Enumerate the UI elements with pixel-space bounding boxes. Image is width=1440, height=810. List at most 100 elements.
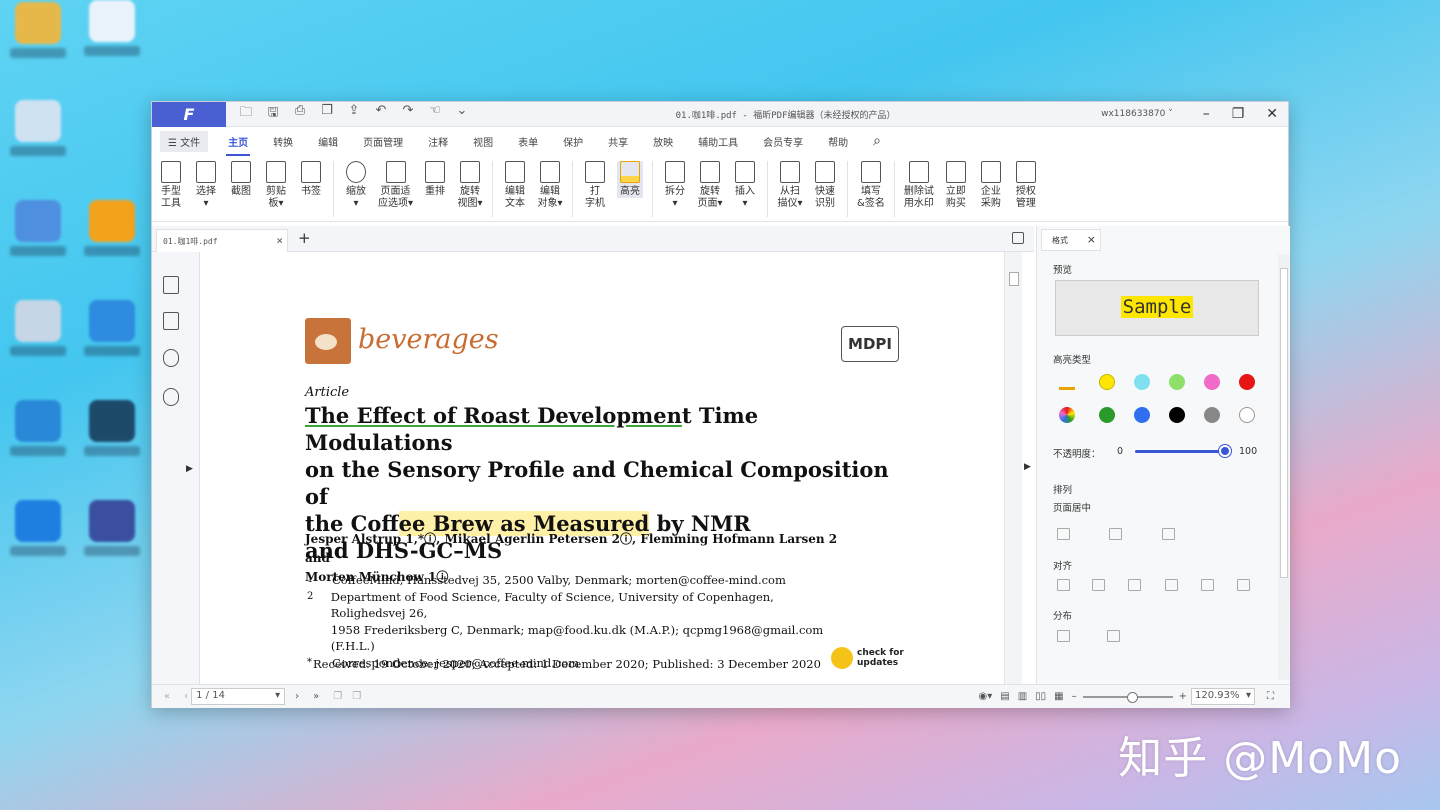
restore-icon[interactable]: ❐ xyxy=(1232,106,1245,122)
desktop-icon-user-folder[interactable] xyxy=(8,2,68,58)
rotate-view-button[interactable]: 旋转 视图▾ xyxy=(457,161,483,210)
tab-member[interactable]: 会员专享 xyxy=(763,130,803,153)
highlight-button[interactable]: 高亮 xyxy=(617,161,644,198)
continuous-page-icon[interactable]: ▥ xyxy=(1018,691,1027,702)
opacity-slider-handle[interactable] xyxy=(1219,445,1231,457)
zoom-slider[interactable] xyxy=(1082,691,1173,703)
desktop-icon-ie[interactable] xyxy=(82,300,142,356)
panel-toggle-icon[interactable] xyxy=(1012,232,1024,244)
tab-share[interactable]: 共享 xyxy=(608,130,628,153)
color-swatch-pink[interactable] xyxy=(1204,374,1220,390)
align-right-icon[interactable] xyxy=(1128,579,1141,591)
color-swatch-gray[interactable] xyxy=(1204,407,1220,423)
pages-panel-icon[interactable] xyxy=(163,312,179,330)
color-swatch-white[interactable] xyxy=(1239,407,1255,423)
single-page-icon[interactable]: ▤ xyxy=(1000,691,1009,702)
first-page-icon[interactable]: « xyxy=(164,691,170,702)
align-center-icon[interactable] xyxy=(1092,579,1105,591)
attachments-panel-icon[interactable] xyxy=(163,388,179,406)
fill-sign-button[interactable]: 填写 &签名 xyxy=(857,161,885,210)
color-swatch-black[interactable] xyxy=(1169,407,1185,423)
color-swatch-yellow[interactable] xyxy=(1099,374,1115,390)
zoom-button[interactable]: 缩放 ▾ xyxy=(343,161,369,210)
clipboard-button[interactable]: 剪贴 板▾ xyxy=(263,161,289,210)
desktop-icon-computer[interactable] xyxy=(8,100,68,156)
new-tab-button[interactable]: + xyxy=(298,229,311,247)
close-icon[interactable]: ✕ xyxy=(1266,106,1278,122)
edit-text-button[interactable]: 编辑 文本 xyxy=(502,161,528,210)
tab-tools[interactable]: 辅助工具 xyxy=(698,130,738,153)
document-scrollbar[interactable] xyxy=(1004,252,1022,684)
search-icon[interactable]: ⌕ xyxy=(873,133,881,149)
facing-page-icon[interactable]: ▯▯ xyxy=(1035,691,1046,702)
split-button[interactable]: 拆分 ▾ xyxy=(662,161,688,210)
tab-form[interactable]: 表单 xyxy=(518,130,538,153)
fullscreen-icon[interactable]: ⛶ xyxy=(1267,691,1274,702)
color-picker-icon[interactable] xyxy=(1059,407,1075,423)
copy-icon[interactable]: ❐ xyxy=(319,103,335,125)
desktop-icon-tool[interactable] xyxy=(82,400,142,456)
expand-sidebar-icon[interactable]: ▶ xyxy=(186,464,193,474)
hand-dropdown-icon[interactable]: ☜ xyxy=(427,103,443,125)
remove-watermark-button[interactable]: 删除试 用水印 xyxy=(904,161,934,210)
customize-icon[interactable]: ⌄ xyxy=(454,103,470,125)
tab-file[interactable]: ☰ 文件 xyxy=(160,130,209,152)
color-swatch-blue[interactable] xyxy=(1134,407,1150,423)
typewriter-button[interactable]: 打 字机 xyxy=(582,161,608,210)
license-management-button[interactable]: 授权 管理 xyxy=(1013,161,1039,210)
center-vertical-icon[interactable] xyxy=(1109,528,1122,540)
app-logo[interactable]: F xyxy=(152,101,226,127)
center-both-icon[interactable] xyxy=(1162,528,1175,540)
center-horizontal-icon[interactable] xyxy=(1057,528,1070,540)
collapse-right-panel-icon[interactable]: ▶ xyxy=(1024,462,1031,472)
open-icon[interactable]: 🗀 xyxy=(238,103,254,125)
undo-icon[interactable]: ↶ xyxy=(373,103,389,125)
align-top-icon[interactable] xyxy=(1165,579,1178,591)
tab-edit[interactable]: 编辑 xyxy=(318,130,338,153)
insert-button[interactable]: 插入 ▾ xyxy=(732,161,758,210)
print-icon[interactable]: ⎙ xyxy=(292,103,308,125)
color-swatch-dark-green[interactable] xyxy=(1099,407,1115,423)
color-swatch-cyan[interactable] xyxy=(1134,374,1150,390)
desktop-icon-network[interactable] xyxy=(8,200,68,256)
format-tab[interactable]: 格式 × xyxy=(1041,229,1101,251)
last-page-icon[interactable]: » xyxy=(313,691,319,702)
page-number-input[interactable]: 1 / 14 ▾ xyxy=(191,688,286,705)
zoom-in-icon[interactable]: + xyxy=(1179,691,1187,702)
close-tab-icon[interactable]: × xyxy=(276,234,283,247)
opacity-slider[interactable] xyxy=(1135,450,1225,453)
rotate-page-button[interactable]: 旋转 页面▾ xyxy=(697,161,723,210)
export-icon[interactable]: ⇪ xyxy=(346,103,362,125)
redo-icon[interactable]: ↷ xyxy=(400,103,416,125)
minimize-icon[interactable]: – xyxy=(1203,106,1210,122)
page-fit-button[interactable]: 页面适 应选项▾ xyxy=(378,161,413,210)
tab-comment[interactable]: 注释 xyxy=(428,130,448,153)
tab-convert[interactable]: 转换 xyxy=(273,130,293,153)
panel-scrollbar[interactable] xyxy=(1278,254,1290,680)
color-swatch-green[interactable] xyxy=(1169,374,1185,390)
prev-view-icon[interactable]: ❐ xyxy=(333,691,342,702)
color-swatch-red[interactable] xyxy=(1239,374,1255,390)
distribute-horizontal-icon[interactable] xyxy=(1107,630,1120,642)
desktop-icon-game[interactable] xyxy=(82,500,142,556)
document-tab[interactable]: 01.咖1啡.pdf × xyxy=(156,229,288,252)
desktop-icon-recycle[interactable] xyxy=(8,300,68,356)
continuous-facing-icon[interactable]: ▦ xyxy=(1054,691,1063,702)
tab-home[interactable]: 主页 xyxy=(226,130,251,156)
desktop-icon-edge[interactable] xyxy=(8,400,68,456)
next-page-icon[interactable]: › xyxy=(295,691,299,702)
check-for-updates-badge[interactable]: check for updates xyxy=(831,647,904,669)
align-middle-icon[interactable] xyxy=(1201,579,1214,591)
align-left-icon[interactable] xyxy=(1057,579,1070,591)
user-account[interactable]: wx118633870 ˅ xyxy=(1101,109,1173,119)
comments-panel-icon[interactable] xyxy=(163,349,179,367)
reading-mode-icon[interactable]: ◉▾ xyxy=(978,691,992,702)
select-button[interactable]: 选择 ▾ xyxy=(193,161,219,210)
zoom-input[interactable]: 120.93% ▾ xyxy=(1191,688,1255,705)
prev-page-icon[interactable]: ‹ xyxy=(184,691,188,702)
bookmark-button[interactable]: 书签 xyxy=(298,161,324,198)
desktop-icon-settings[interactable] xyxy=(8,500,68,556)
align-bottom-icon[interactable] xyxy=(1237,579,1250,591)
save-icon[interactable]: 🖫 xyxy=(265,103,281,125)
scan-button[interactable]: 从扫 描仪▾ xyxy=(777,161,803,210)
